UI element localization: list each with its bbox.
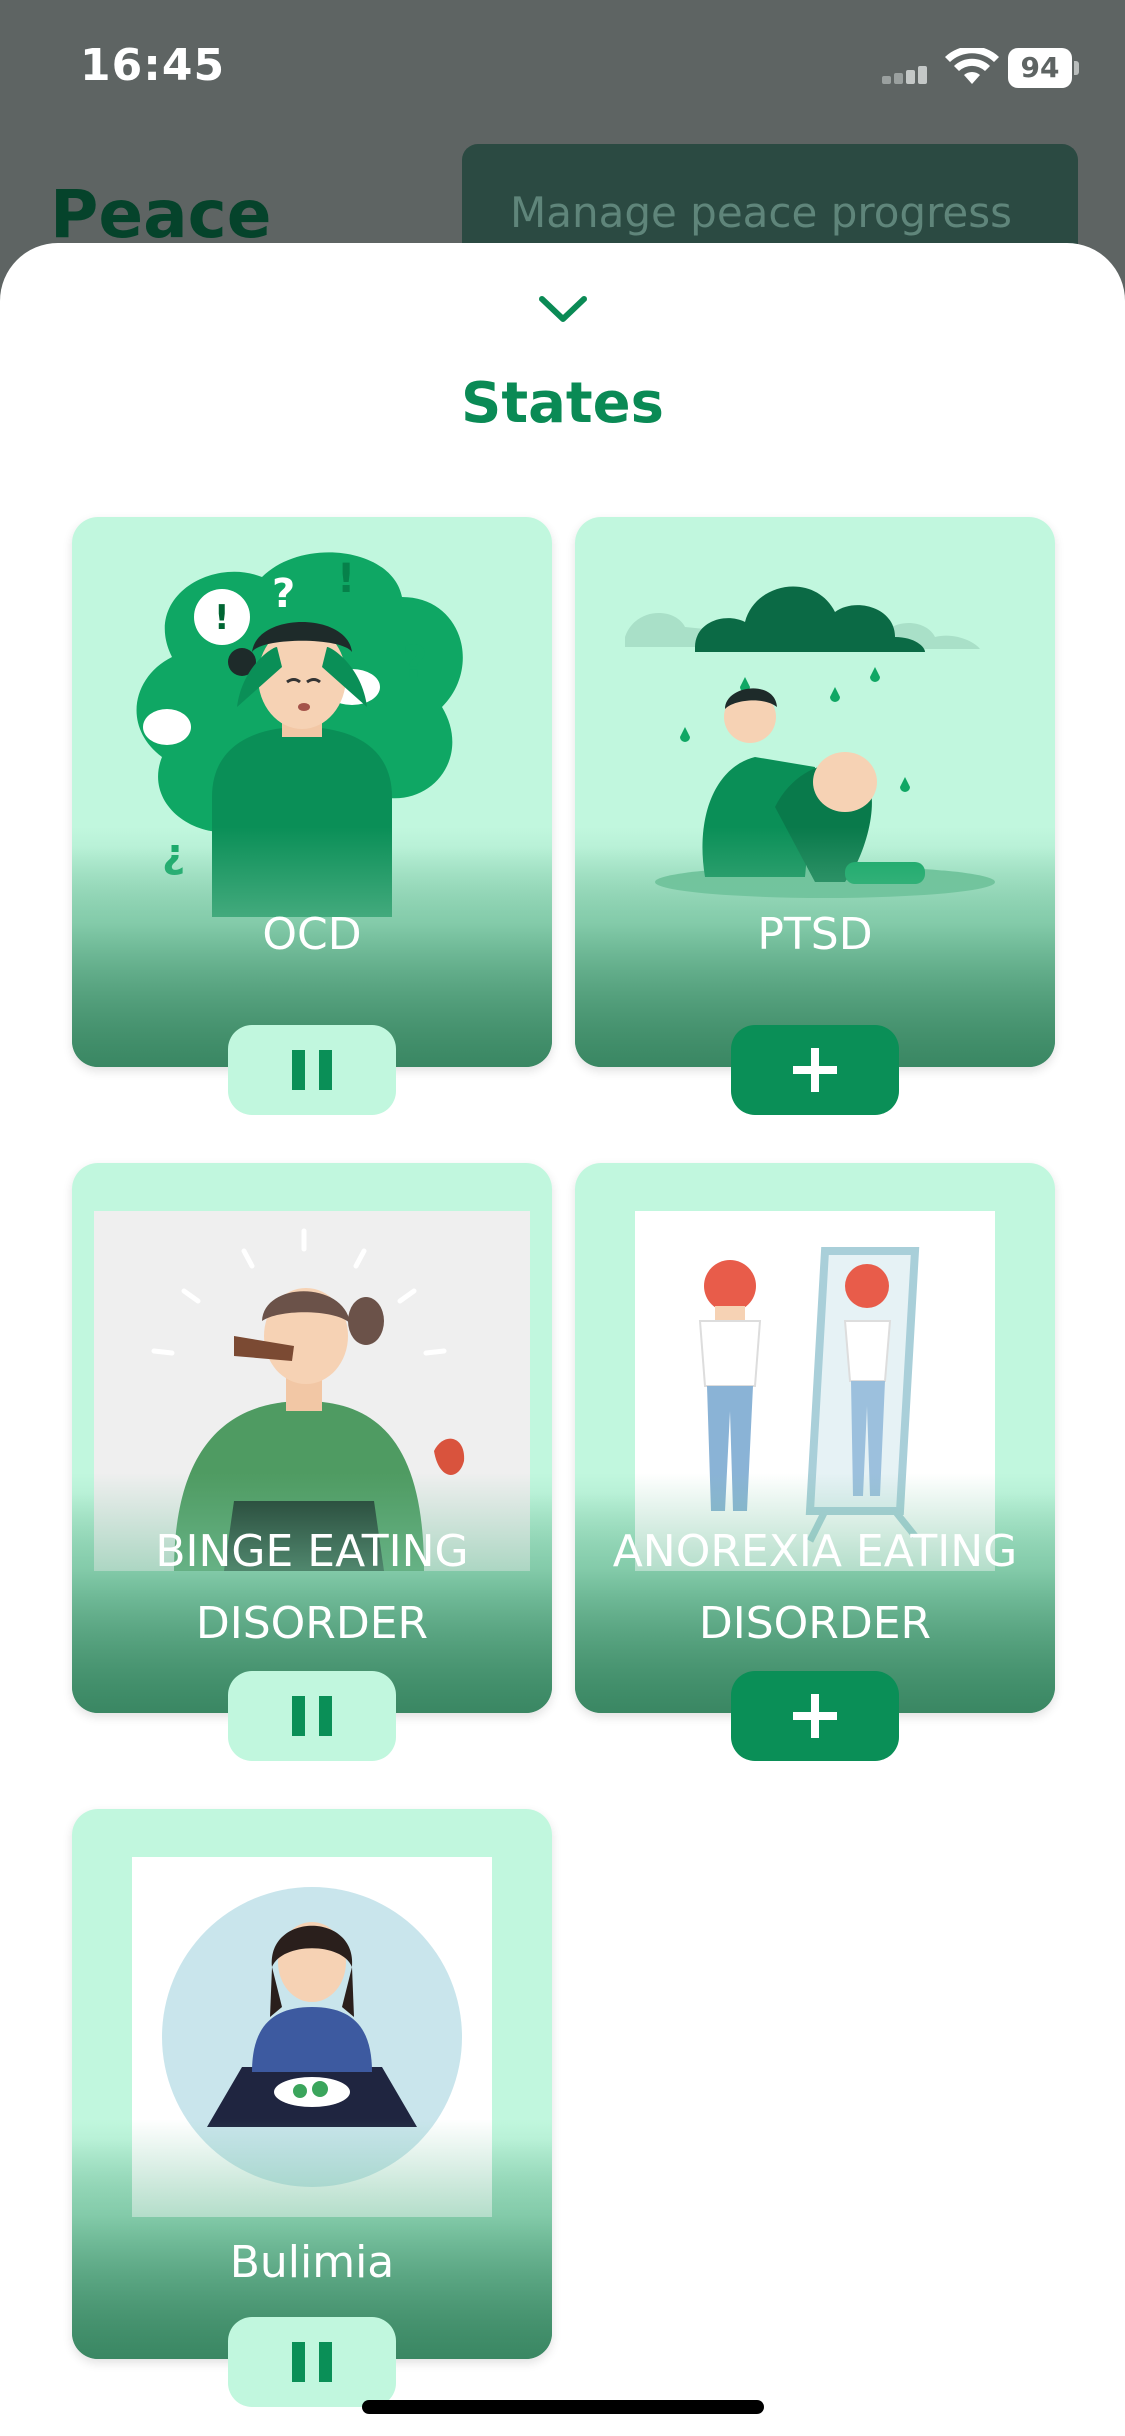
svg-text:?: ? (272, 571, 295, 617)
page-title: Peace (50, 176, 272, 253)
status-bar: 16:45 94 (0, 0, 1125, 140)
battery-icon: 94 (1008, 48, 1079, 88)
pause-icon (292, 2342, 332, 2382)
pause-button-ocd[interactable] (228, 1025, 396, 1115)
states-sheet: States ! ? ? ! ¿ OCD (0, 243, 1125, 2436)
state-card-bulimia[interactable]: Bulimia (72, 1809, 552, 2359)
sheet-title: States (461, 371, 664, 436)
plus-icon (793, 1048, 837, 1092)
battery-level: 94 (1008, 48, 1072, 88)
state-label-anorexia: ANOREXIA EATING DISORDER (612, 1526, 1018, 1649)
state-label-ptsd: PTSD (757, 909, 873, 960)
svg-text:!: ! (337, 556, 355, 602)
add-button-anorexia[interactable] (731, 1671, 899, 1761)
pause-button-binge-eating[interactable] (228, 1671, 396, 1761)
status-time: 16:45 (80, 40, 226, 91)
plus-icon (793, 1694, 837, 1738)
svg-text:!: ! (214, 598, 230, 638)
state-label-ocd: OCD (262, 909, 362, 960)
add-button-ptsd[interactable] (731, 1025, 899, 1115)
pause-icon (292, 1050, 332, 1090)
svg-text:?: ? (402, 637, 428, 688)
home-indicator[interactable] (362, 2400, 764, 2414)
chevron-down-icon[interactable] (536, 291, 590, 327)
state-label-bulimia: Bulimia (229, 2237, 395, 2288)
pause-icon (292, 1696, 332, 1736)
state-card-ocd[interactable]: ! ? ? ! ¿ OCD (72, 517, 552, 1067)
state-label-binge-eating: BINGE EATING DISORDER (155, 1526, 469, 1649)
wifi-icon (945, 48, 999, 84)
state-card-binge-eating[interactable]: BINGE EATING DISORDER (72, 1163, 552, 1713)
pause-button-bulimia[interactable] (228, 2317, 396, 2407)
state-card-anorexia[interactable]: ANOREXIA EATING DISORDER (575, 1163, 1055, 1713)
cellular-signal-icon (882, 66, 928, 84)
state-card-ptsd[interactable]: PTSD (575, 517, 1055, 1067)
